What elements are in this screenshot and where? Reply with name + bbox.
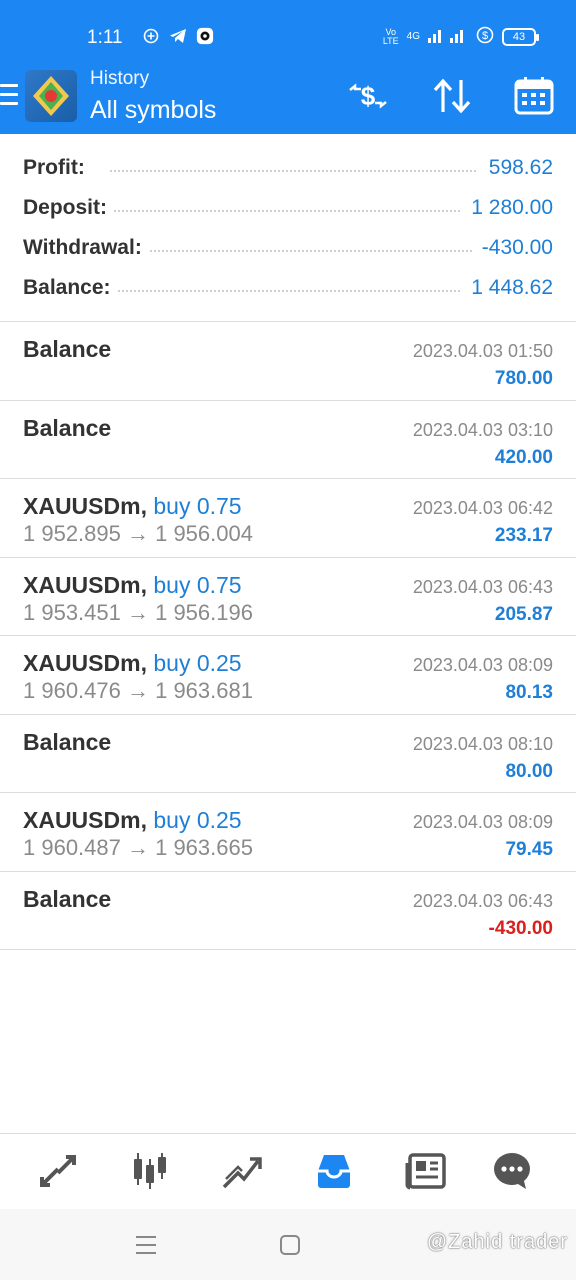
- deal-prices: 1 960.476 → 1 963.681: [23, 678, 253, 703]
- list-item[interactable]: XAUUSDm, buy 0.75 1 952.895 → 1 956.004 …: [0, 479, 576, 558]
- svg-text:$: $: [482, 30, 488, 42]
- deal-datetime: 2023.04.03 08:10: [412, 733, 553, 754]
- summary-label: Profit:: [23, 156, 91, 180]
- network-type: 4G: [406, 31, 420, 42]
- deal-amount: 79.45: [505, 839, 553, 860]
- status-time: 1:11: [87, 27, 123, 48]
- deals-list: Balance 2023.04.03 01:50 780.00 Balance …: [0, 321, 576, 950]
- deal-datetime: 2023.04.03 01:50: [412, 341, 553, 361]
- deal-amount: 80.00: [505, 760, 553, 782]
- calendar-icon[interactable]: [513, 76, 557, 116]
- summary-value: -430.00: [471, 236, 553, 260]
- dotted-leader: [110, 290, 476, 292]
- deal-type: buy 0.75: [153, 571, 242, 598]
- status-notification-icons: [142, 27, 214, 45]
- deal-datetime: 2023.04.03 06:43: [412, 890, 553, 911]
- deal-amount: 80.13: [505, 682, 553, 703]
- data-saver-icon: $: [476, 26, 494, 47]
- system-navigation-bar: @Zahid trader: [0, 1209, 576, 1280]
- home-icon[interactable]: [278, 1233, 302, 1257]
- volte-icon: Vo LTE: [382, 26, 399, 46]
- list-item[interactable]: XAUUSDm, buy 0.75 1 953.451 → 1 956.196 …: [0, 558, 576, 636]
- status-right-icons: Vo LTE 4G $ 43: [382, 26, 539, 47]
- deal-symbol: XAUUSDm, buy 0.25: [23, 650, 242, 676]
- dotted-leader: [110, 250, 476, 252]
- deal-datetime: 2023.04.03 06:43: [412, 576, 553, 597]
- battery-icon: 43: [502, 27, 539, 46]
- dotted-leader: [110, 170, 476, 172]
- deal-datetime: 2023.04.03 03:10: [412, 419, 553, 440]
- deal-symbol: XAUUSDm, buy 0.75: [23, 493, 242, 519]
- summary-row-withdrawal: Withdrawal: -430.00: [0, 228, 576, 268]
- symbol-filter[interactable]: All symbols: [90, 96, 216, 125]
- deal-prices: 1 953.451 → 1 956.196: [23, 599, 253, 625]
- recent-apps-icon[interactable]: [134, 1233, 158, 1257]
- summary-label: Deposit:: [23, 196, 113, 220]
- svg-text:$: $: [361, 81, 376, 111]
- deal-datetime: 2023.04.03 08:09: [412, 812, 553, 832]
- list-item[interactable]: Balance 2023.04.03 01:50 780.00: [0, 322, 576, 401]
- watermark: @Zahid trader: [426, 1231, 568, 1253]
- menu-icon[interactable]: [0, 84, 18, 108]
- summary-value: 1 280.00: [461, 196, 553, 220]
- history-summary: Profit: 598.62 Deposit: 1 280.00 Withdra…: [0, 148, 576, 308]
- deal-datetime: 2023.04.03 08:09: [412, 655, 553, 675]
- list-item[interactable]: XAUUSDm, buy 0.25 1 960.487 → 1 963.665 …: [0, 793, 576, 872]
- deal-amount: 205.87: [494, 603, 553, 625]
- app-bar: History All symbols $: [0, 62, 576, 134]
- list-item[interactable]: XAUUSDm, buy 0.25 1 960.476 → 1 963.681 …: [0, 636, 576, 715]
- news-icon[interactable]: [401, 1146, 451, 1196]
- deal-symbol: Balance: [23, 336, 112, 362]
- summary-value: 1 448.62: [461, 276, 553, 300]
- app-logo-icon: [25, 70, 77, 122]
- deal-type: buy 0.25: [153, 650, 242, 676]
- deal-symbol: XAUUSDm, buy 0.75: [23, 571, 242, 598]
- deal-type: buy 0.75: [153, 493, 242, 519]
- dotted-leader: [110, 210, 476, 212]
- list-item[interactable]: Balance 2023.04.03 06:43 -430.00: [0, 872, 576, 950]
- trade-icon[interactable]: [217, 1146, 267, 1196]
- deal-symbol: Balance: [23, 414, 112, 441]
- deal-datetime: 2023.04.03 06:42: [412, 498, 553, 518]
- summary-label: Withdrawal:: [23, 236, 148, 260]
- app-notification-icon: [196, 27, 214, 45]
- chat-icon[interactable]: [487, 1146, 537, 1196]
- summary-row-deposit: Deposit: 1 280.00: [0, 188, 576, 228]
- deal-symbol: Balance: [23, 728, 112, 755]
- deal-prices: 1 960.487 → 1 963.665: [23, 835, 253, 860]
- signal-icon: [428, 26, 468, 47]
- summary-row-balance: Balance: 1 448.62: [0, 268, 576, 308]
- title-block: History All symbols: [90, 68, 216, 125]
- history-icon[interactable]: [309, 1146, 359, 1196]
- quotes-icon[interactable]: [33, 1146, 83, 1196]
- telegram-icon: [169, 27, 187, 45]
- deal-amount: 233.17: [494, 525, 553, 546]
- deal-symbol: XAUUSDm, buy 0.25: [23, 807, 242, 833]
- deal-amount: -430.00: [488, 917, 553, 939]
- page-title: History: [90, 68, 150, 89]
- status-bar: 1:11 Vo LTE 4G $ 43: [0, 0, 576, 62]
- deal-type: buy 0.25: [153, 807, 242, 833]
- top-bar: 1:11 Vo LTE 4G $ 43 History All symbols …: [0, 0, 576, 134]
- deal-prices: 1 952.895 → 1 956.004: [23, 521, 253, 546]
- list-item[interactable]: Balance 2023.04.03 08:10 80.00: [0, 715, 576, 793]
- list-item[interactable]: Balance 2023.04.03 03:10 420.00: [0, 401, 576, 479]
- summary-row-profit: Profit: 598.62: [0, 148, 576, 188]
- sort-icon[interactable]: [430, 76, 474, 116]
- chart-icon[interactable]: [125, 1146, 175, 1196]
- bottom-navigation: [0, 1133, 576, 1209]
- summary-value: 598.62: [478, 156, 553, 180]
- deal-amount: 780.00: [494, 368, 553, 389]
- currency-exchange-icon[interactable]: $: [346, 76, 390, 116]
- summary-label: Balance:: [23, 276, 117, 300]
- deal-symbol: Balance: [23, 885, 112, 912]
- deal-amount: 420.00: [494, 446, 553, 468]
- add-circle-icon: [142, 27, 160, 45]
